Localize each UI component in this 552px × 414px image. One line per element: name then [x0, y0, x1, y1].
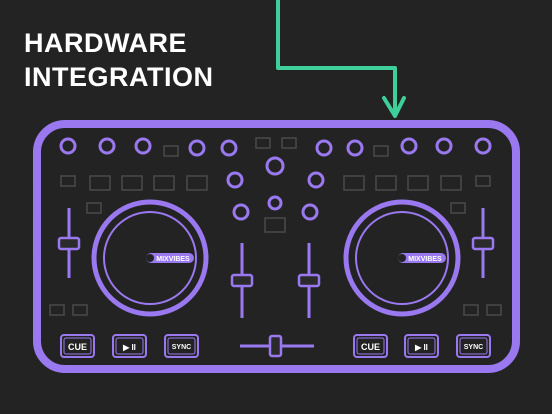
- left-play-pause-button[interactable]: ▶ II: [112, 334, 147, 358]
- pad[interactable]: [343, 175, 365, 191]
- knob[interactable]: [315, 139, 333, 157]
- left-pitch-fader[interactable]: [57, 208, 81, 278]
- knob[interactable]: [98, 137, 116, 155]
- top-knobs-left: [59, 137, 238, 157]
- play-pause-label: ▶ II: [414, 343, 428, 352]
- knob[interactable]: [220, 139, 238, 157]
- knob[interactable]: [435, 137, 453, 155]
- knob[interactable]: [267, 195, 283, 211]
- right-cue-button[interactable]: CUE: [353, 334, 388, 358]
- knob[interactable]: [301, 203, 319, 221]
- knob[interactable]: [307, 171, 325, 189]
- pad[interactable]: [450, 202, 466, 214]
- left-sync-button[interactable]: SYNC: [164, 334, 199, 358]
- right-pitch-fader[interactable]: [471, 208, 495, 278]
- mixer-pad[interactable]: [264, 217, 286, 233]
- knob[interactable]: [232, 203, 250, 221]
- right-platter-label: MIXVIBES: [408, 256, 442, 263]
- channel-fader-left[interactable]: [230, 243, 254, 318]
- cue-label: CUE: [68, 342, 87, 352]
- pad[interactable]: [121, 175, 143, 191]
- pad[interactable]: [486, 304, 502, 316]
- left-cue-button[interactable]: CUE: [60, 334, 95, 358]
- pad[interactable]: [72, 304, 88, 316]
- mixer-knobs: [226, 156, 325, 221]
- crossfader[interactable]: [240, 334, 314, 358]
- left-platter-label: MIXVIBES: [156, 256, 190, 263]
- knob[interactable]: [474, 137, 492, 155]
- pad[interactable]: [153, 175, 175, 191]
- right-sync-button[interactable]: SYNC: [456, 334, 491, 358]
- pad[interactable]: [440, 175, 462, 191]
- knob[interactable]: [400, 137, 418, 155]
- knob[interactable]: [226, 171, 244, 189]
- pad[interactable]: [60, 175, 76, 187]
- right-jog-wheel[interactable]: MIXVIBES: [343, 199, 461, 317]
- knob[interactable]: [59, 137, 77, 155]
- pad[interactable]: [89, 175, 111, 191]
- pad[interactable]: [86, 202, 102, 214]
- cue-label: CUE: [361, 342, 380, 352]
- play-pause-label: ▶ II: [122, 343, 136, 352]
- pad[interactable]: [463, 304, 479, 316]
- pad[interactable]: [186, 175, 208, 191]
- pad[interactable]: [281, 137, 297, 149]
- pad[interactable]: [163, 145, 179, 157]
- knob[interactable]: [265, 156, 285, 176]
- pad[interactable]: [407, 175, 429, 191]
- pad[interactable]: [375, 175, 397, 191]
- pad[interactable]: [373, 145, 389, 157]
- knob[interactable]: [134, 137, 152, 155]
- sync-label: SYNC: [172, 344, 191, 351]
- controller-illustration: MIXVIBES MIXVIBES CUE ▶ II SYNC CUE ▶ II: [33, 0, 520, 373]
- down-arrow-icon: [276, 0, 406, 118]
- knob[interactable]: [188, 139, 206, 157]
- pad[interactable]: [475, 175, 491, 187]
- knob[interactable]: [346, 139, 364, 157]
- sync-label: SYNC: [464, 344, 483, 351]
- left-jog-wheel[interactable]: MIXVIBES: [91, 199, 209, 317]
- pad[interactable]: [49, 304, 65, 316]
- channel-fader-right[interactable]: [297, 243, 321, 318]
- top-knobs-right: [315, 137, 492, 157]
- controller-body: [33, 120, 520, 373]
- pad[interactable]: [255, 137, 271, 149]
- right-play-pause-button[interactable]: ▶ II: [404, 334, 439, 358]
